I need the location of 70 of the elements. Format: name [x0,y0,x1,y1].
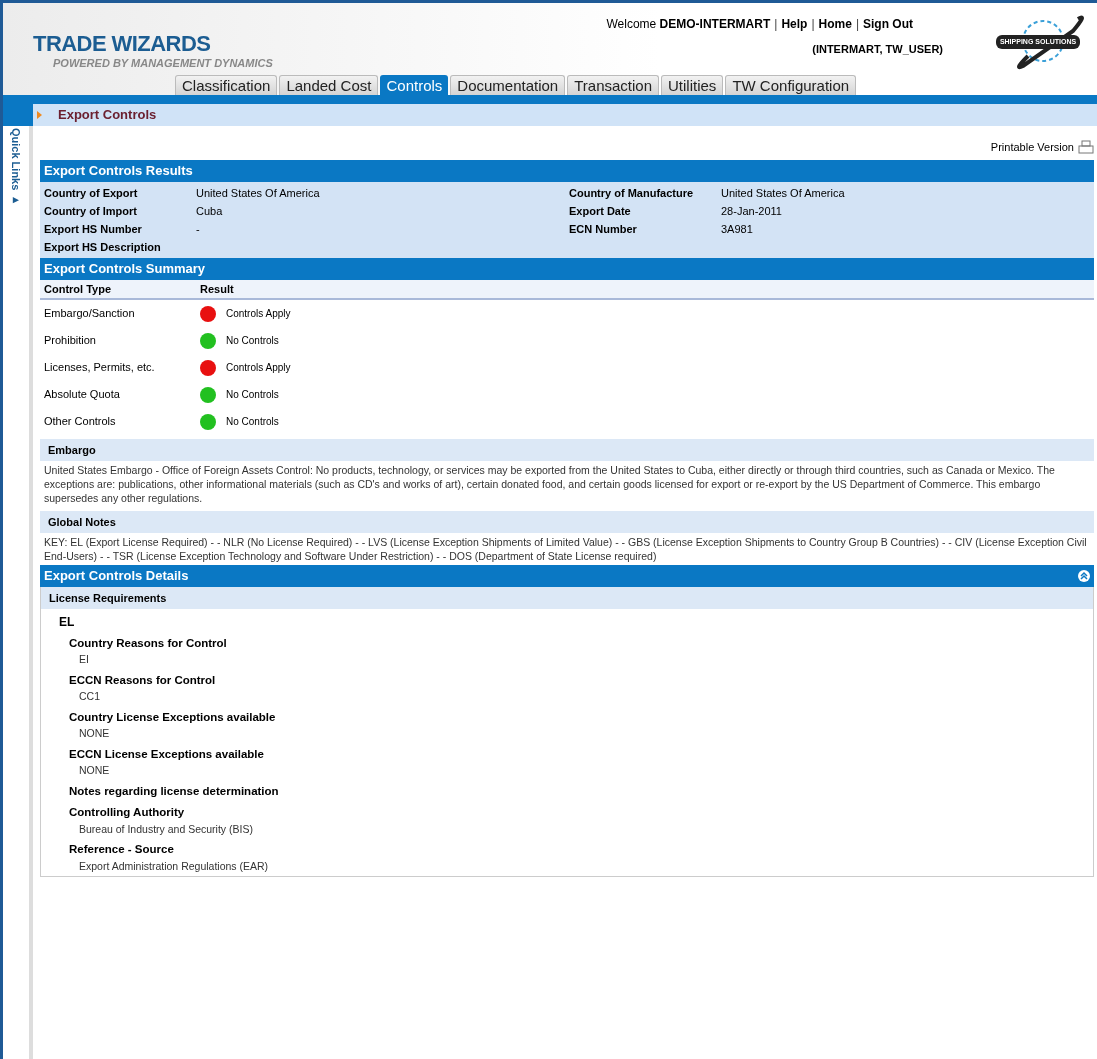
nav-tab[interactable]: Documentation [450,75,566,95]
table-cell-text: No Controls [226,388,279,402]
detail-label: Notes regarding license determination [69,784,280,799]
link-separator: | [811,16,815,33]
detail-label: ECCN License Exceptions available [69,747,265,762]
header-link[interactable]: Home [818,15,852,33]
nav-tab[interactable]: TW Configuration [725,75,857,95]
detail-label: Country License Exceptions available [69,710,277,725]
column-header: Result [200,281,234,297]
field-label: Country of Import [44,203,138,219]
field-value: United States Of America [721,185,845,201]
account-text: (INTERMART, TW_USER) [812,42,943,57]
nav-tab[interactable]: Landed Cost [279,75,379,95]
table-cell-text: No Controls [226,415,279,429]
license-code: EL [58,614,76,631]
note-text: United States Embargo - Office of Foreign Assets Control: No products, technology, or services may be exported from the United States to Cuba, either directly or through third countries, such as Canada or Mexico. The exceptions are: publications, other informational materials (such as CD's and works of art), certain donated food, and certain goods licensed for export or re-export by the US Department of Commerce. This embargo supersedes any other regulations. [43,463,1056,506]
header-link[interactable]: Sign Out [863,15,913,33]
table-cell-text: Controls Apply [226,307,291,321]
printer-icon [1078,140,1094,154]
detail-label: Reference - Source [69,842,175,858]
detail-label: Controlling Authority [69,805,186,821]
detail-value: NONE [78,763,111,779]
table-cell-text: Embargo/Sanction [43,306,136,322]
section-title: Export Controls Results [44,162,193,181]
field-value: Cuba [196,203,223,219]
detail-label: Country Reasons for Control [69,636,228,651]
note-text: KEY: EL (Export License Required) - - NLR (No License Required) - - LVS (License Exception Shipments of Limited Value) - - GBS (License Exception Shipments to Country Group B Countries) - - CIV (License Exception Civil End-Users) - - TSR (License Exception Technology and Software Under Restriction) - - DOS (Department of State License required) [43,535,1088,564]
detail-value: Export Administration Regulations (EAR) [78,858,270,874]
field-label: Country of Manufacture [569,185,695,201]
section-title: Export Controls Details [44,567,189,586]
nav-tab[interactable]: Utilities [661,75,724,95]
field-label: Export HS Number [44,221,143,237]
nav-tab[interactable]: Classification [175,75,278,95]
field-label: Country of Export [44,185,139,201]
detail-value: NONE [78,726,111,742]
field-value: - [196,221,200,237]
nav-tab[interactable]: Transaction [567,75,660,95]
note-heading: Global Notes [40,511,1094,533]
detail-value: Bureau of Industry and Security (BIS) [78,821,254,837]
table-cell-text: No Controls [226,334,279,348]
brand-subtitle: POWERED BY MANAGEMENT DYNAMICS [52,56,273,71]
brand-title: TRADE WIZARDS [33,33,212,55]
detail-label: ECCN Reasons for Control [69,673,217,688]
welcome-text: Welcome DEMO-INTERMART [606,16,771,33]
table-cell-text: Prohibition [43,333,97,349]
table-cell-text: Controls Apply [226,361,291,375]
collapse-icon[interactable] [1078,570,1090,582]
printable-version-link[interactable]: Printable Version [990,138,1074,156]
quick-links-tab[interactable]: Quick Links ▸ [7,128,25,207]
field-value: United States Of America [196,185,320,201]
detail-value: CC1 [78,689,101,705]
header-link[interactable]: Help [781,15,808,33]
field-value: 3A981 [721,221,753,237]
breadcrumb-title: Export Controls [58,106,157,125]
link-separator: | [774,16,778,33]
column-header: Control Type [43,281,112,297]
nav-tab[interactable]: Controls [380,75,449,95]
table-cell-text: Other Controls [43,414,117,430]
detail-value: EI [78,652,90,668]
field-value: 28-Jan-2011 [721,203,782,219]
field-label: Export Date [569,203,632,219]
field-label: ECN Number [569,221,638,237]
note-heading: Embargo [40,439,1094,461]
field-label: Export HS Description [44,239,162,255]
subsection-heading: License Requirements [41,587,1093,609]
arrow-icon [37,111,42,119]
table-cell-text: Absolute Quota [43,387,121,403]
table-cell-text: Licenses, Permits, etc. [43,360,156,376]
section-title: Export Controls Summary [44,260,206,279]
link-separator: | [855,16,859,33]
